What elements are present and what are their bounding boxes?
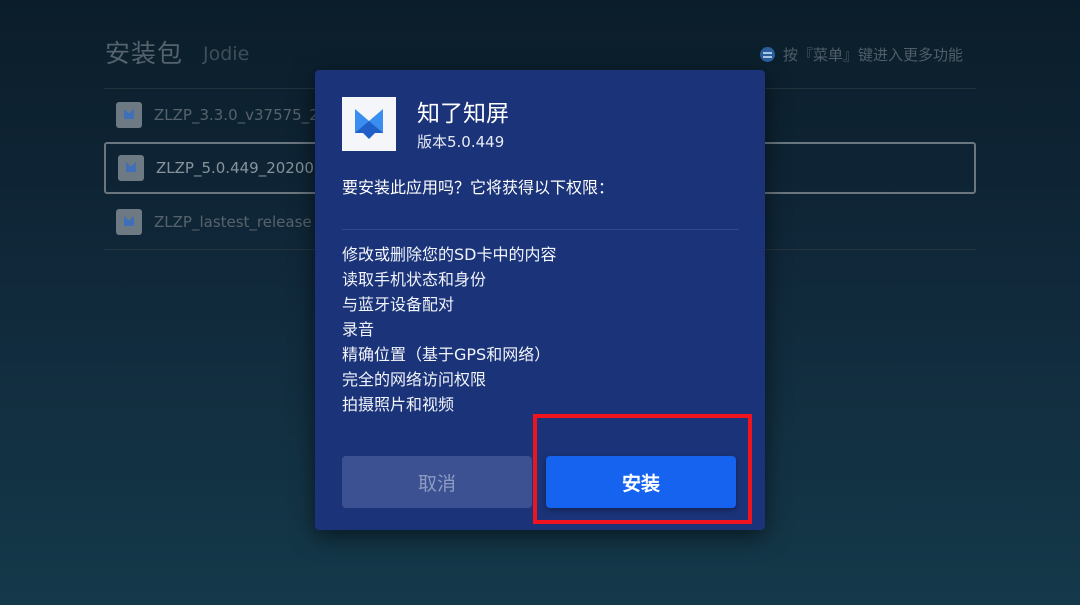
permission-item: 与蓝牙设备配对 — [342, 295, 455, 314]
permission-item: 读取手机状态和身份 — [342, 270, 487, 289]
dialog-divider — [342, 229, 739, 230]
app-icon — [342, 97, 396, 151]
permission-list: 修改或删除您的SD卡中的内容 读取手机状态和身份 与蓝牙设备配对 录音 精确位置… — [342, 242, 556, 417]
install-question: 要安装此应用吗？它将获得以下权限： — [342, 178, 615, 197]
highlight-box — [533, 414, 752, 524]
cancel-button[interactable]: 取消 — [342, 456, 532, 508]
page-title: 安装包 — [105, 39, 184, 68]
permission-item: 精确位置（基于GPS和网络） — [342, 345, 551, 364]
apk-file-icon — [116, 102, 142, 128]
permission-item: 完全的网络访问权限 — [342, 370, 487, 389]
file-name: ZLZP_5.0.449_2020073 — [156, 159, 334, 177]
menu-hint: 按『菜单』键进入更多功能 — [760, 44, 963, 65]
app-logo-icon — [355, 109, 383, 139]
permission-item: 录音 — [342, 320, 375, 339]
permission-item: 修改或删除您的SD卡中的内容 — [342, 245, 557, 264]
app-version: 版本5.0.449 — [417, 133, 505, 151]
permission-item: 拍摄照片和视频 — [342, 395, 455, 414]
apk-file-icon — [118, 155, 144, 181]
user-name: Jodie — [203, 43, 250, 65]
file-name: ZLZP_3.3.0_v37575_20 — [154, 106, 329, 124]
menu-hint-text: 按『菜单』键进入更多功能 — [783, 46, 964, 64]
menu-icon — [760, 47, 775, 62]
app-name: 知了知屏 — [417, 101, 509, 127]
apk-file-icon — [116, 209, 142, 235]
file-name: ZLZP_lastest_release — [154, 213, 312, 231]
